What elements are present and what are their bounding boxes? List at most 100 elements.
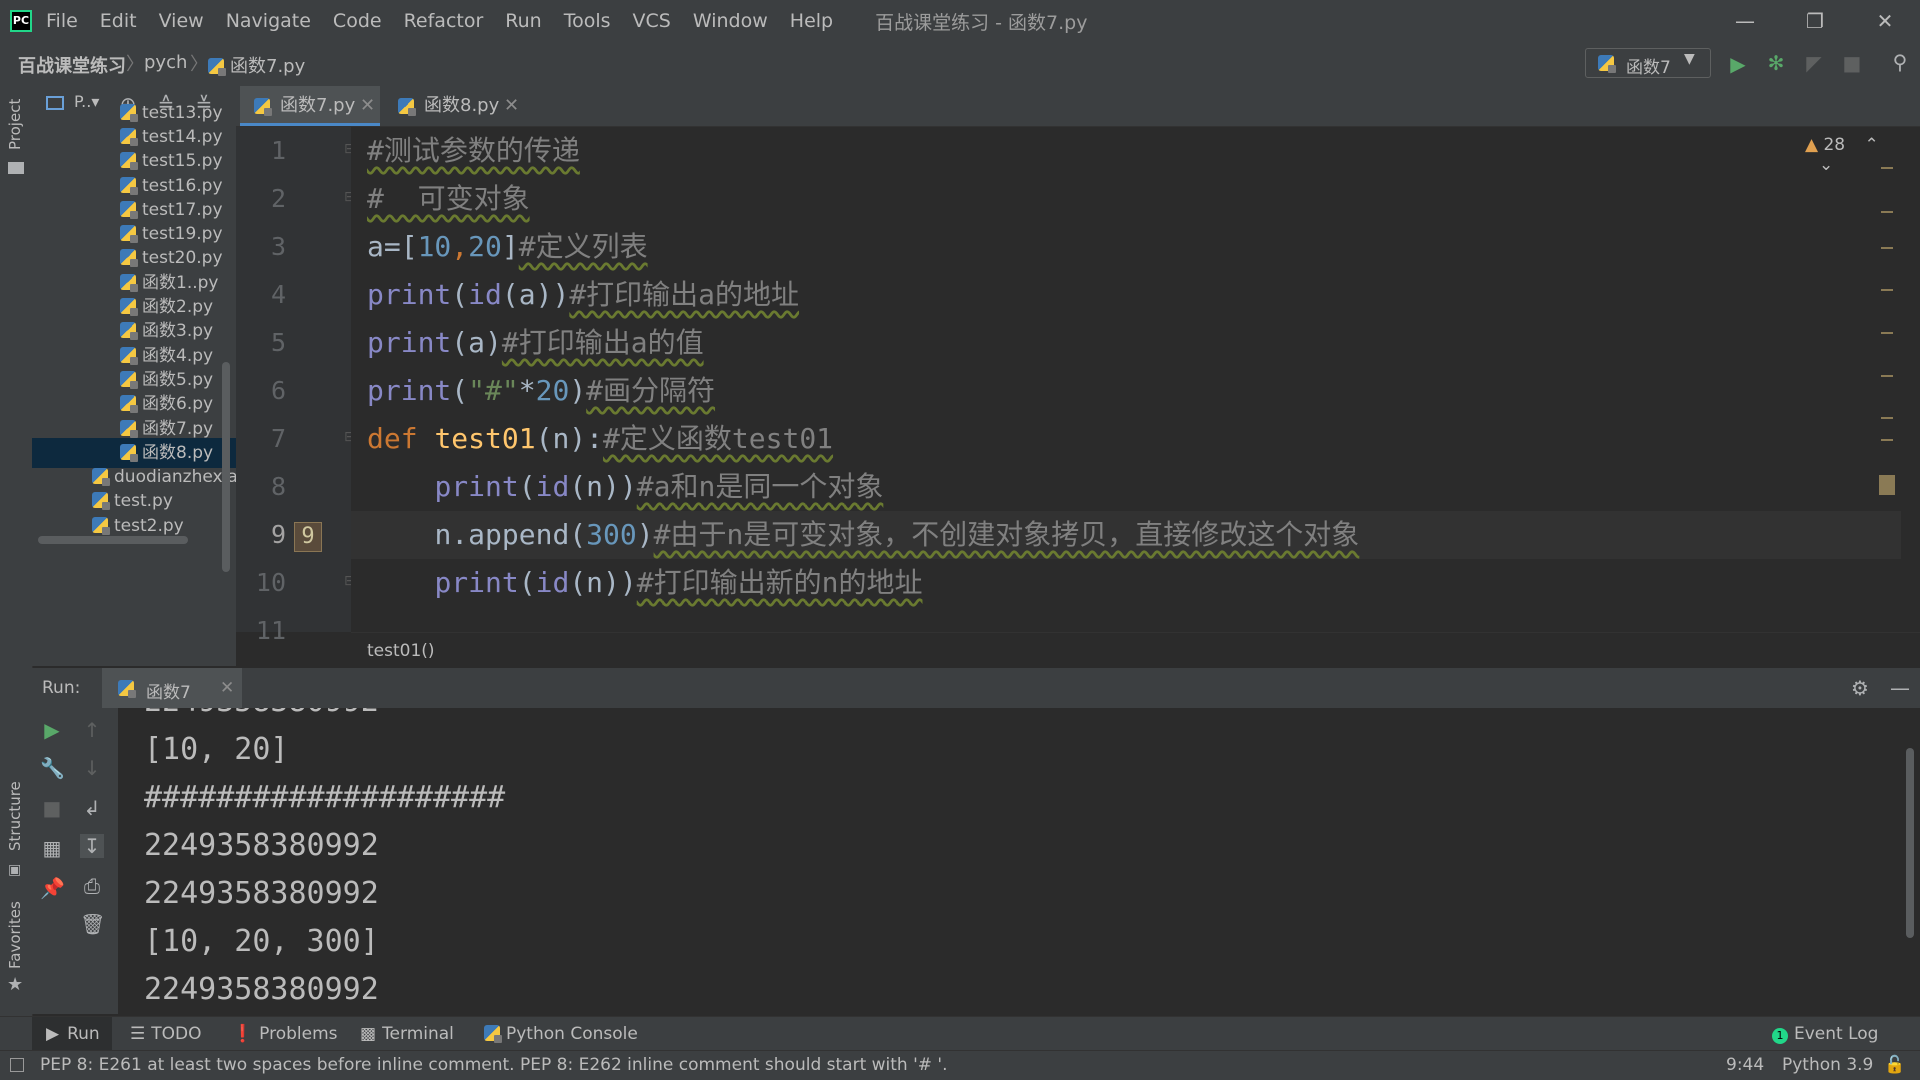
favorites-tool-tab[interactable]: Favorites xyxy=(6,901,24,969)
comment: #画分隔符 xyxy=(586,374,716,407)
line-number: 1 xyxy=(270,136,286,165)
menu-edit[interactable]: Edit xyxy=(100,10,137,32)
terminal-tool-tab[interactable]: ▩ Terminal xyxy=(360,1017,454,1051)
tab-label: 函数8.py xyxy=(424,95,500,116)
star-icon: ★ xyxy=(7,974,24,995)
builtin-function: id xyxy=(535,566,570,599)
menu-window[interactable]: Window xyxy=(693,10,768,32)
code-token: (n): xyxy=(535,422,604,455)
gear-icon[interactable]: ⚙ xyxy=(1848,676,1872,700)
arrow-up-icon[interactable]: ↑ xyxy=(80,718,104,742)
bookmark-badge[interactable]: 9 xyxy=(294,522,322,552)
console-scrollbar[interactable] xyxy=(1906,748,1914,938)
python-file-icon xyxy=(120,395,138,413)
function-breadcrumb[interactable]: test01() xyxy=(367,641,435,661)
rerun-icon[interactable]: ▶ xyxy=(40,718,64,742)
menu-tools[interactable]: Tools xyxy=(564,10,611,32)
interpreter-selector[interactable]: Python 3.9 xyxy=(1782,1051,1873,1079)
output-line: [10, 20, 300] xyxy=(144,924,379,959)
status-message[interactable]: PEP 8: E261 at least two spaces before i… xyxy=(40,1051,948,1079)
stop-icon[interactable]: ■ xyxy=(40,796,64,820)
comment: #定义函数test01 xyxy=(603,422,834,455)
chevron-down-icon[interactable]: ⌄ xyxy=(1819,155,1833,175)
restore-button[interactable]: ❐ xyxy=(1780,0,1850,42)
warning-marker[interactable] xyxy=(1881,439,1893,441)
breadcrumb-file[interactable]: 函数7.py xyxy=(208,52,305,78)
menu-view[interactable]: View xyxy=(159,10,204,32)
close-tab-icon[interactable]: ✕ xyxy=(504,86,519,126)
menu-refactor[interactable]: Refactor xyxy=(404,10,484,32)
code-editor[interactable]: #测试参数的传递 # 可变对象 a=[10,20]#定义列表 print(id(… xyxy=(351,127,1901,632)
problems-tool-tab[interactable]: ❗ Problems xyxy=(232,1017,338,1051)
warning-marker[interactable] xyxy=(1881,332,1893,334)
code-token: a=[ xyxy=(367,230,418,263)
print-icon[interactable]: ⎙ xyxy=(80,874,104,898)
tree-horizontal-scrollbar[interactable] xyxy=(38,536,188,544)
close-tab-icon[interactable]: ✕ xyxy=(360,86,375,126)
warning-marker[interactable] xyxy=(1881,375,1893,377)
project-view-icon xyxy=(46,96,64,110)
event-log-tool-tab[interactable]: 1 Event Log xyxy=(1772,1017,1878,1051)
debug-icon[interactable]: ✻ xyxy=(1764,51,1788,75)
close-tab-icon[interactable]: ✕ xyxy=(220,678,234,698)
output-line: 2249358380992 xyxy=(144,828,379,863)
search-icon[interactable]: ⚲ xyxy=(1888,50,1912,74)
close-button[interactable]: ✕ xyxy=(1850,0,1920,42)
menu-navigate[interactable]: Navigate xyxy=(226,10,311,32)
project-tool-tab[interactable]: Project xyxy=(6,99,24,150)
warning-marker[interactable] xyxy=(1881,247,1893,249)
warning-marker[interactable] xyxy=(1881,211,1893,213)
python-file-icon xyxy=(120,444,138,462)
trash-icon[interactable]: 🗑 xyxy=(80,912,105,936)
minimize-button[interactable]: — xyxy=(1710,0,1780,42)
tree-item-label: test20.py xyxy=(142,248,223,268)
hide-icon[interactable]: — xyxy=(1888,676,1912,700)
tab-function7[interactable]: 函数7.py ✕ xyxy=(240,86,380,126)
run-tab[interactable]: 函数7 ✕ xyxy=(102,668,242,708)
python-file-icon xyxy=(120,274,138,292)
bookmark-marker[interactable] xyxy=(1879,475,1895,495)
tree-scrollbar[interactable] xyxy=(222,362,230,572)
layout-icon[interactable]: ▦ xyxy=(40,836,64,860)
lock-icon[interactable]: 🔓 xyxy=(1884,1051,1905,1079)
caret-position[interactable]: 9:44 xyxy=(1726,1051,1764,1079)
chevron-up-icon[interactable]: ⌃ xyxy=(1865,135,1879,155)
warning-marker[interactable] xyxy=(1881,417,1893,419)
run-config-dropdown[interactable]: 函数7 ▼ xyxy=(1585,48,1711,78)
warning-marker[interactable] xyxy=(1881,167,1893,169)
output-line: [10, 20] xyxy=(144,732,289,767)
number-literal: 20 xyxy=(468,230,502,263)
stop-icon[interactable]: ■ xyxy=(1840,51,1864,75)
menu-code[interactable]: Code xyxy=(333,10,382,32)
soft-wrap-icon[interactable]: ↲ xyxy=(80,796,104,820)
menu-vcs[interactable]: VCS xyxy=(633,10,671,32)
coverage-icon[interactable]: ◤ xyxy=(1802,51,1826,75)
warning-count: 28 xyxy=(1823,135,1846,155)
code-line: print(id(n))#a和n是同一个对象 xyxy=(367,463,883,511)
project-view-dropdown[interactable]: P..▾ xyxy=(74,92,99,111)
arrow-down-icon[interactable]: ↓ xyxy=(80,756,104,780)
scroll-to-end-icon[interactable]: ↧ xyxy=(80,834,104,858)
structure-tool-tab[interactable]: Structure xyxy=(6,781,24,851)
menu-run[interactable]: Run xyxy=(505,10,541,32)
menu-file[interactable]: File xyxy=(46,10,78,32)
error-stripe[interactable] xyxy=(1879,167,1901,617)
code-token: * xyxy=(518,374,536,407)
menu-help[interactable]: Help xyxy=(790,10,833,32)
builtin-function: print xyxy=(367,326,452,359)
warning-marker[interactable] xyxy=(1881,289,1893,291)
breadcrumb-folder[interactable]: pych xyxy=(144,52,187,73)
code-line: print(id(n))#打印输出新的n的地址 xyxy=(367,559,922,607)
todo-tool-tab[interactable]: ☰ TODO xyxy=(130,1017,202,1051)
status-toggle-icon[interactable] xyxy=(10,1058,24,1072)
wrench-icon[interactable]: 🔧 xyxy=(40,756,65,780)
console-output[interactable]: 2249358380992 [10, 20] #################… xyxy=(118,708,1920,1014)
number-literal: 10 xyxy=(417,230,452,263)
python-console-tool-tab[interactable]: Python Console xyxy=(484,1017,638,1051)
run-tool-tab[interactable]: ▶ Run xyxy=(32,1017,112,1051)
comment: #由于n是可变对象，不创建对象拷贝，直接修改这个对象 xyxy=(653,518,1360,551)
pin-icon[interactable]: 📌 xyxy=(40,876,65,900)
tab-function8[interactable]: 函数8.py ✕ xyxy=(384,86,524,126)
breadcrumb-project[interactable]: 百战课堂练习 xyxy=(18,52,126,78)
run-icon[interactable]: ▶ xyxy=(1726,52,1750,76)
